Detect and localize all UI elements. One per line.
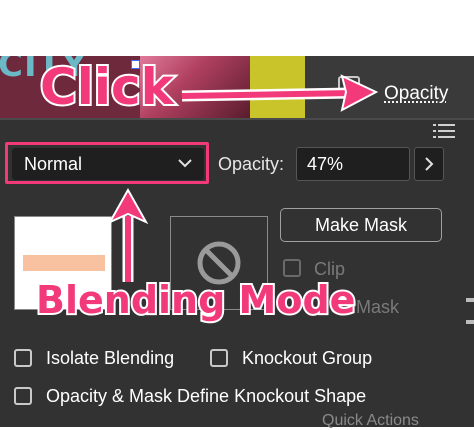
blending-mode-annotation: Blending Mode [34, 276, 357, 324]
click-annotation: Click [38, 56, 176, 118]
